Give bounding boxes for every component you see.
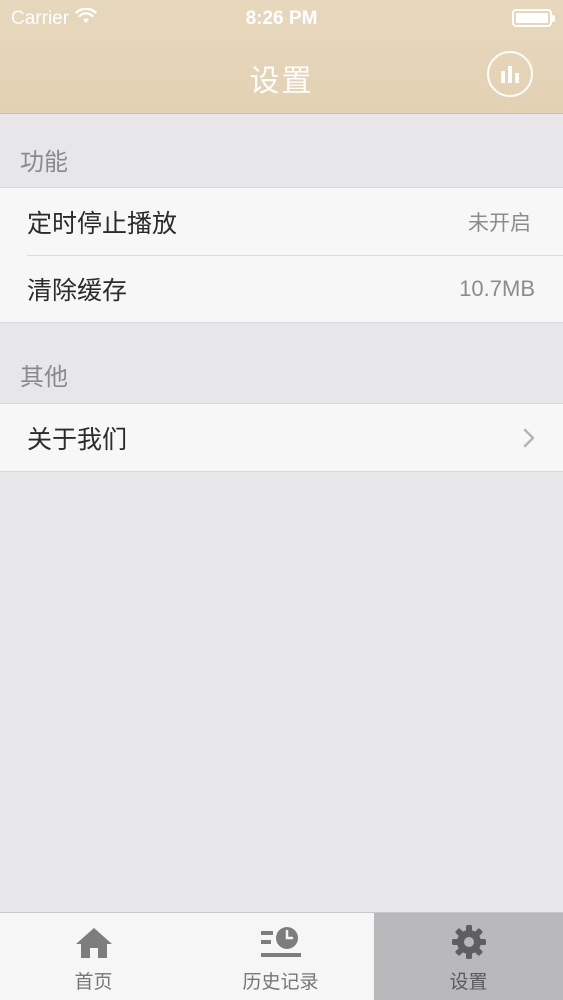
tab-settings-label: 设置 bbox=[449, 971, 488, 993]
status-bar: Carrier 8:26 PM bbox=[0, 0, 563, 40]
cache-size-value: 10.7MB bbox=[459, 275, 535, 301]
clear-cache-row[interactable]: 清除缓存 10.7MB bbox=[0, 255, 563, 322]
battery-icon bbox=[512, 9, 555, 27]
gear-icon bbox=[451, 925, 487, 959]
history-icon bbox=[259, 925, 303, 959]
tab-home-label: 首页 bbox=[74, 971, 113, 993]
tab-history-label: 历史记录 bbox=[242, 971, 319, 993]
timer-stop-row[interactable]: 定时停止播放 未开启 bbox=[0, 188, 563, 255]
tab-home[interactable]: 首页 bbox=[0, 913, 187, 1000]
statistics-button[interactable] bbox=[487, 51, 533, 97]
navigation-bar: Carrier 8:26 PM 设置 bbox=[0, 0, 563, 114]
home-icon bbox=[74, 925, 114, 959]
tab-bar: 首页 历史记录 设置 bbox=[0, 912, 563, 1000]
about-us-row[interactable]: 关于我们 bbox=[0, 404, 563, 471]
status-time: 8:26 PM bbox=[245, 8, 318, 29]
page-title: 设置 bbox=[249, 64, 314, 99]
tab-history[interactable]: 历史记录 bbox=[187, 913, 374, 1000]
about-us-label: 关于我们 bbox=[27, 424, 128, 454]
tab-settings[interactable]: 设置 bbox=[374, 913, 563, 1000]
features-group: 定时停止播放 未开启 清除缓存 10.7MB bbox=[0, 187, 563, 323]
other-group: 关于我们 bbox=[0, 403, 563, 472]
timer-stop-label: 定时停止播放 bbox=[27, 208, 178, 238]
bar-chart-icon bbox=[501, 66, 519, 83]
chevron-right-icon bbox=[523, 428, 535, 452]
timer-stop-value: 未开启 bbox=[468, 210, 531, 235]
section-header-features: 功能 bbox=[20, 148, 68, 176]
section-header-other: 其他 bbox=[20, 363, 68, 391]
clear-cache-label: 清除缓存 bbox=[27, 275, 128, 305]
